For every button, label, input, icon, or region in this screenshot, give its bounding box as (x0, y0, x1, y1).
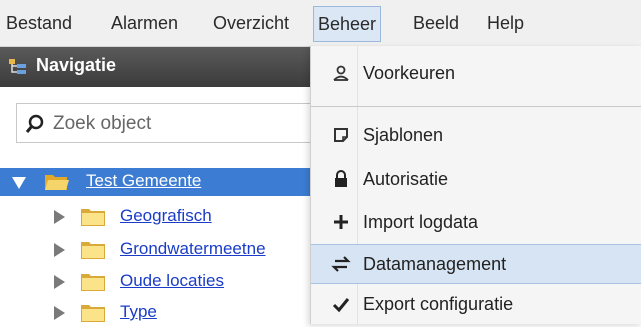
menu-item-sjablonen[interactable]: Sjablonen (311, 116, 641, 156)
folder-icon (81, 242, 105, 259)
menu-item-label: Sjablonen (363, 125, 444, 145)
tree-item-label[interactable]: Geografisch (120, 206, 212, 226)
menu-separator (311, 106, 641, 107)
checkmark-icon (331, 295, 351, 315)
tree-item-root[interactable]: Test Gemeente (0, 168, 316, 196)
search-field[interactable] (16, 103, 316, 143)
expand-arrow-icon[interactable] (54, 306, 65, 320)
swap-arrows-icon (331, 255, 351, 275)
tree-item[interactable]: Grondwatermeetne (0, 236, 316, 264)
navigation-header: Navigatie (0, 47, 316, 87)
menu-alarmen[interactable]: Alarmen (111, 10, 178, 36)
tree-item-label[interactable]: Oude locaties (120, 271, 224, 291)
menu-overzicht[interactable]: Overzicht (213, 10, 289, 36)
menu-item-import-logdata[interactable]: Import logdata (311, 203, 641, 243)
lock-icon (331, 170, 351, 190)
menu-bar: Bestand Alarmen Overzicht Beheer Beeld H… (0, 0, 641, 47)
menu-item-label: Import logdata (363, 212, 479, 232)
folder-icon (81, 274, 105, 291)
menu-item-label: Autorisatie (363, 169, 449, 189)
tree-item[interactable]: Oude locaties (0, 268, 316, 296)
beheer-dropdown-menu: Voorkeuren Sjablonen Autorisatie Import … (310, 46, 641, 324)
tree-item[interactable]: Type (0, 299, 316, 327)
menu-item-label: Voorkeuren (363, 63, 456, 83)
open-folder-icon (45, 175, 69, 190)
plus-icon (331, 213, 351, 233)
menu-item-label: Export configuratie (363, 294, 514, 314)
tree-item-label[interactable]: Type (120, 302, 157, 322)
tree-item-label[interactable]: Grondwatermeetne (120, 239, 266, 259)
menu-item-autorisatie[interactable]: Autorisatie (311, 160, 641, 200)
expand-arrow-icon[interactable] (54, 243, 65, 257)
search-input[interactable] (51, 110, 295, 138)
navigation-title: Navigatie (36, 55, 117, 75)
tree-item-label[interactable]: Test Gemeente (86, 171, 201, 191)
tree-item[interactable]: Geografisch (0, 203, 316, 231)
menu-item-voorkeuren[interactable]: Voorkeuren (311, 54, 641, 94)
menu-beeld[interactable]: Beeld (413, 10, 459, 36)
menu-item-export-configuratie[interactable]: Export configuratie (311, 285, 641, 325)
menu-help[interactable]: Help (487, 10, 524, 36)
folder-icon (81, 209, 105, 226)
menu-item-label: Datamanagement (363, 254, 507, 274)
expand-arrow-icon[interactable] (54, 275, 65, 289)
collapse-arrow-icon[interactable] (12, 177, 26, 189)
menu-bestand[interactable]: Bestand (6, 10, 72, 36)
menu-beheer[interactable]: Beheer (313, 6, 382, 42)
template-icon (331, 126, 351, 146)
tree-structure-icon (9, 59, 26, 74)
search-icon (25, 114, 44, 133)
expand-arrow-icon[interactable] (54, 210, 65, 224)
user-icon (331, 64, 351, 84)
folder-icon (81, 305, 105, 322)
menu-item-datamanagement[interactable]: Datamanagement (311, 244, 641, 284)
